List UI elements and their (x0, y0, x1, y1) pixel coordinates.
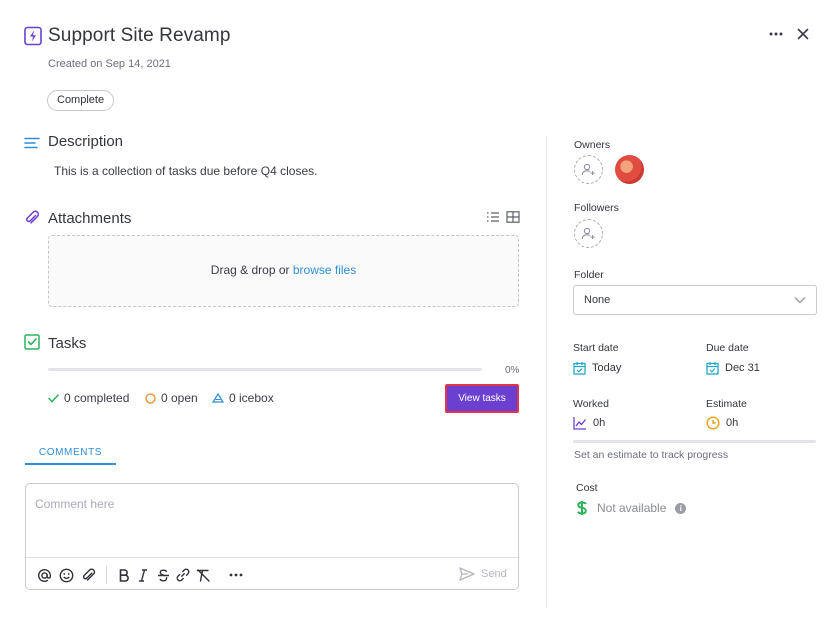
start-date-value: Today (592, 362, 622, 374)
tab-comments[interactable]: COMMENTS (25, 447, 116, 458)
list-view-icon[interactable] (486, 211, 500, 223)
view-tasks-button[interactable]: View tasks (445, 384, 519, 413)
toolbar-divider (106, 566, 107, 584)
send-label: Send (481, 568, 507, 580)
send-button[interactable]: Send (459, 567, 507, 581)
clock-icon (706, 416, 720, 430)
attachment-dropzone[interactable]: Drag & drop or browse files (48, 235, 519, 307)
due-date-field[interactable]: Dec 31 (706, 361, 760, 375)
add-owner-button[interactable] (574, 155, 603, 184)
estimate-hint: Set an estimate to track progress (574, 449, 729, 461)
check-icon (48, 393, 59, 403)
avatar[interactable] (615, 155, 644, 184)
drop-instructions: Drag & drop or (210, 263, 293, 277)
open-count: 0 open (161, 391, 198, 405)
icebox-stat: 0 icebox (212, 391, 274, 405)
worked-label: Worked (573, 398, 609, 410)
tasks-title: Tasks (48, 335, 87, 352)
info-icon[interactable]: i (675, 502, 687, 514)
cost-value: Not available (597, 501, 667, 515)
followers-label: Followers (574, 202, 619, 214)
more-icon[interactable] (766, 27, 786, 41)
add-person-icon (581, 227, 596, 240)
at-icon[interactable] (36, 567, 52, 583)
bold-icon[interactable] (116, 567, 132, 583)
more-formatting-icon[interactable] (228, 567, 244, 583)
worked-field[interactable]: 0h (573, 416, 605, 430)
completed-stat: 0 completed (48, 391, 129, 405)
strikethrough-icon[interactable] (155, 567, 171, 583)
description-text: This is a collection of tasks due before… (54, 164, 318, 178)
estimate-progress-bar (573, 440, 816, 443)
folder-label: Folder (574, 269, 604, 281)
dollar-icon (576, 500, 588, 516)
worked-value: 0h (593, 417, 606, 429)
list-lines-icon (24, 135, 40, 151)
estimate-label: Estimate (706, 398, 747, 410)
clear-format-icon[interactable] (195, 567, 211, 583)
cost-label: Cost (576, 482, 598, 494)
send-icon (459, 567, 475, 581)
panel-divider (546, 136, 547, 608)
estimate-field[interactable]: 0h (706, 416, 738, 430)
tasks-progress-label: 0% (505, 365, 520, 376)
add-follower-button[interactable] (574, 219, 603, 248)
emoji-icon[interactable] (58, 567, 74, 583)
estimate-value: 0h (726, 417, 739, 429)
close-icon[interactable] (796, 27, 810, 41)
italic-icon[interactable] (135, 567, 151, 583)
comment-box: Send (25, 483, 519, 590)
chart-icon (573, 416, 587, 430)
tasks-progress-bar (48, 368, 482, 371)
page-title: Support Site Revamp (48, 25, 231, 46)
add-person-icon (581, 163, 596, 176)
folder-select[interactable]: None (573, 285, 817, 315)
browse-files-link[interactable]: browse files (293, 263, 356, 277)
attachments-title: Attachments (48, 210, 132, 227)
tab-comments-underline (25, 463, 116, 465)
calendar-icon (573, 361, 586, 375)
link-icon[interactable] (175, 567, 191, 583)
status-badge[interactable]: Complete (47, 90, 115, 111)
icebox-count: 0 icebox (229, 391, 274, 405)
description-title: Description (48, 133, 124, 150)
start-date-field[interactable]: Today (573, 361, 621, 375)
start-date-label: Start date (573, 342, 619, 354)
comment-input[interactable] (26, 484, 518, 556)
grid-view-icon[interactable] (506, 211, 520, 223)
folder-value: None (584, 294, 611, 306)
comment-toolbar: Send (26, 557, 518, 590)
calendar-icon (706, 361, 719, 375)
lightning-icon (24, 26, 42, 46)
owners-label: Owners (574, 139, 611, 151)
created-date: Created on Sep 14, 2021 (48, 58, 171, 70)
open-stat: 0 open (145, 391, 198, 405)
due-date-label: Due date (706, 342, 749, 354)
chevron-down-icon (794, 296, 806, 304)
dropzone-text: Drag & drop or browse files (49, 263, 518, 277)
paperclip-icon (24, 210, 40, 226)
paperclip-icon[interactable] (80, 567, 96, 583)
circle-icon (145, 392, 156, 404)
cost-field: Not available i (576, 500, 687, 516)
triangle-icon (212, 393, 224, 403)
checkbox-icon (24, 334, 40, 350)
completed-count: 0 completed (64, 391, 130, 405)
due-date-value: Dec 31 (725, 362, 760, 374)
